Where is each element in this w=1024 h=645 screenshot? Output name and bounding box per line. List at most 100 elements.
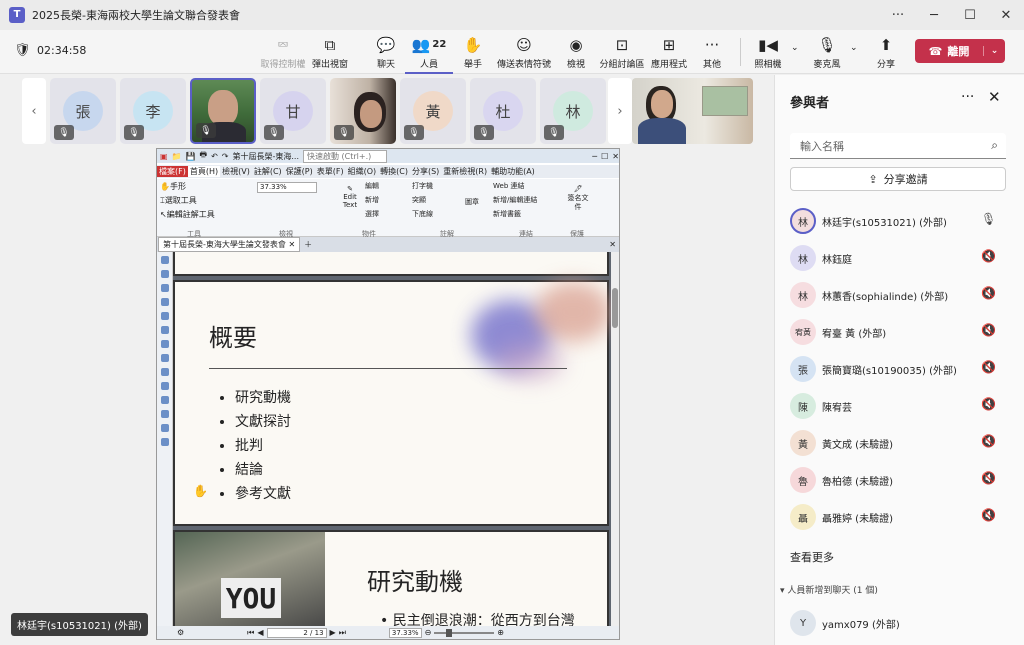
menu-comment[interactable]: 註解(C) xyxy=(252,166,284,177)
participant-row[interactable]: 陳陳宥芸 🔇 xyxy=(775,388,1024,425)
menu-file[interactable]: 檔案(F) xyxy=(157,166,188,177)
settings-icon[interactable]: ⚙ xyxy=(177,628,184,637)
more-button[interactable]: ··· 其他 xyxy=(688,36,736,70)
sign-document-button[interactable]: 🖋 簽名文件 xyxy=(565,185,591,212)
select-object-button[interactable]: 選擇 xyxy=(365,209,379,219)
menu-protect[interactable]: 保護(P) xyxy=(284,166,315,177)
participant-video-tile[interactable]: 🎙 xyxy=(190,78,256,144)
participant-row[interactable]: 宥黃 宥臺 黃 (外部) 🔇 xyxy=(775,314,1024,351)
maximize-button[interactable]: ☐ xyxy=(952,0,988,30)
tags-icon[interactable] xyxy=(160,368,169,376)
new-link-button[interactable]: 新增/編輯連結 xyxy=(493,195,537,205)
participant-tile[interactable]: 李 🎙 xyxy=(120,78,186,144)
participant-tile[interactable]: 黃 🎙 xyxy=(400,78,466,144)
leave-chevron-icon[interactable]: ⌄ xyxy=(983,46,1005,56)
share-button[interactable]: ⬆ 分享 xyxy=(862,36,910,70)
see-more-link[interactable]: 查看更多 xyxy=(790,549,834,565)
underline-button[interactable]: 下底線 xyxy=(412,209,433,219)
zoom-in-icon[interactable]: ⊕ xyxy=(497,628,504,637)
next-page-icon[interactable]: ▶ xyxy=(330,628,336,637)
chat-button[interactable]: 💬 聊天 xyxy=(362,36,410,70)
menu-view[interactable]: 檢視(V) xyxy=(220,166,252,177)
first-page-icon[interactable]: ⏮ xyxy=(247,628,254,638)
mic-chevron-icon[interactable]: ⌄ xyxy=(850,43,858,53)
pdf-doc-tab[interactable]: 第十屆長榮-東海大學生論文發表會 ✕ xyxy=(158,237,301,252)
camera-button[interactable]: ▮◀ 照相機 xyxy=(744,36,792,70)
presenter-video[interactable] xyxy=(632,78,753,144)
zoom-slider[interactable] xyxy=(434,628,495,637)
close-window-button[interactable]: ✕ xyxy=(988,0,1024,30)
participant-row[interactable]: 魯魯柏德 (未驗證) 🔇 xyxy=(775,462,1024,499)
close-all-tabs-icon[interactable]: ✕ xyxy=(609,240,616,249)
menu-convert[interactable]: 轉換(C) xyxy=(378,166,410,177)
history-icon[interactable] xyxy=(160,438,169,446)
strip-prev-icon[interactable]: ‹ xyxy=(22,78,46,144)
participant-row[interactable]: 林林蕙香(sophialinde) (外部) 🔇 xyxy=(775,277,1024,314)
folder-icon[interactable]: 📁 xyxy=(172,152,182,161)
participant-tile[interactable]: 甘 🎙 xyxy=(260,78,326,144)
leave-button[interactable]: ☎ 離開 ⌄ xyxy=(915,39,1005,63)
web-link-button[interactable]: Web 連結 xyxy=(493,181,525,191)
new-tab-icon[interactable]: ＋ xyxy=(304,239,312,250)
menu-home[interactable]: 首頁(H) xyxy=(187,166,221,177)
save-icon[interactable]: 💾 xyxy=(186,152,196,161)
zoom-field[interactable]: 37.33% xyxy=(257,182,317,193)
menu-accessibility[interactable]: 輔助功能(A) xyxy=(489,166,537,177)
participant-row[interactable]: 黃黃文成 (未驗證) 🔇 xyxy=(775,425,1024,462)
pdf-page-view[interactable]: 概要 研究動機 文獻探討 批判 結論 參考文獻 ✋ YOU 研究動機 • 民主倒… xyxy=(173,252,611,626)
last-page-icon[interactable]: ⏭ xyxy=(339,628,346,638)
lobby-section-header[interactable]: ▾ 人員新增到聊天 (1 個) xyxy=(780,583,878,596)
bookmark-icon[interactable] xyxy=(160,256,169,264)
microphone-button[interactable]: 🎙 麥克風 xyxy=(803,36,851,70)
order-icon[interactable] xyxy=(160,410,169,418)
highlight-button[interactable]: 突顯 xyxy=(412,195,426,205)
annotate-tool-button[interactable]: ↖編輯註解工具 xyxy=(160,209,215,220)
more-options-icon[interactable]: ··· xyxy=(880,0,916,30)
stamp-button[interactable]: 圖章 xyxy=(465,197,479,207)
pdf-close-button[interactable]: ✕ xyxy=(612,152,619,161)
comment-icon[interactable] xyxy=(160,284,169,292)
participant-row[interactable]: 林林廷宇(s10531021) (外部) 🎙 xyxy=(775,203,1024,240)
page-number-field[interactable]: 2 / 13 xyxy=(266,627,327,638)
participant-row[interactable]: 林林鈺庭 🔇 xyxy=(775,240,1024,277)
pdf-minimize-button[interactable]: ─ xyxy=(592,152,597,161)
menu-organize[interactable]: 組織(O) xyxy=(346,166,379,177)
typewriter-button[interactable]: 打字機 xyxy=(412,181,433,191)
content-icon[interactable] xyxy=(160,354,169,362)
participant-search-input[interactable]: 輸入名稱 ⌕ xyxy=(790,133,1006,159)
undo-icon[interactable]: ↶ xyxy=(211,152,218,161)
share-invite-button[interactable]: ⇪ 分享邀請 xyxy=(790,167,1006,191)
edit-text-button[interactable]: ✎ Edit Text xyxy=(339,185,361,209)
raise-hand-button[interactable]: ✋ 舉手 xyxy=(449,36,497,70)
participant-video-tile[interactable]: 🎙 xyxy=(330,78,396,144)
menu-share[interactable]: 分享(S) xyxy=(410,166,441,177)
new-button[interactable]: 新增 xyxy=(365,195,379,205)
print-icon[interactable]: 🖶 xyxy=(200,149,208,163)
zoom-out-icon[interactable]: ⊖ xyxy=(425,628,432,637)
fields-icon[interactable] xyxy=(160,424,169,432)
zoom-status-field[interactable]: 37.33% xyxy=(388,627,422,638)
signature-icon[interactable] xyxy=(160,326,169,334)
strip-next-icon[interactable]: › xyxy=(608,78,632,144)
camera-chevron-icon[interactable]: ⌄ xyxy=(791,43,799,53)
menu-review[interactable]: 重新檢視(R) xyxy=(441,166,489,177)
participant-tile[interactable]: 杜 🎙 xyxy=(470,78,536,144)
reactions-button[interactable]: ☺ 傳送表情符號 xyxy=(497,36,551,70)
edit-button[interactable]: 編輯 xyxy=(365,181,379,191)
participant-tile[interactable]: 林 🎙 xyxy=(540,78,606,144)
people-button[interactable]: 👥 22 人員 xyxy=(405,36,453,74)
participant-row[interactable]: 張張簡寶璐(s10190035) (外部) 🔇 xyxy=(775,351,1024,388)
minimize-button[interactable]: ─ xyxy=(916,0,952,30)
layers-icon[interactable] xyxy=(160,312,169,320)
destinations-icon[interactable] xyxy=(160,396,169,404)
tab-close-icon[interactable]: ✕ xyxy=(288,240,295,249)
pdf-scrollbar[interactable] xyxy=(611,252,619,626)
breakout-rooms-button[interactable]: ⊡ 分組討論區 xyxy=(598,36,646,70)
panel-close-icon[interactable]: ✕ xyxy=(988,88,1001,106)
pop-out-button[interactable]: ⧉ 彈出視窗 xyxy=(306,36,354,70)
pdf-maximize-button[interactable]: ☐ xyxy=(601,152,608,161)
link-icon[interactable] xyxy=(160,382,169,390)
panel-more-icon[interactable]: ··· xyxy=(961,89,974,105)
hand-tool-button[interactable]: ✋手形 xyxy=(160,181,186,192)
participant-row[interactable]: Yyamx079 (外部) xyxy=(775,605,1024,642)
